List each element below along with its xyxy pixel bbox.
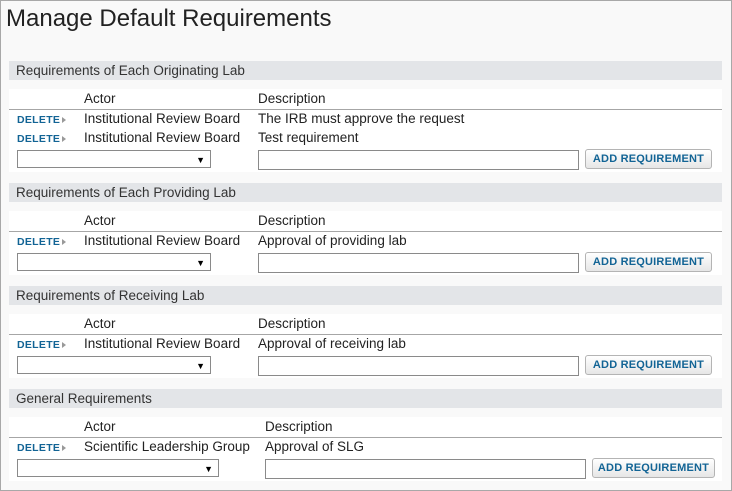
description-column-header: Description [258, 91, 326, 106]
add-requirement-button[interactable]: ADD REQUIREMENT [592, 458, 715, 478]
requirement-description: Approval of providing lab [258, 233, 407, 248]
actor-column-header: Actor [84, 213, 116, 228]
requirement-row: DELETE Institutional Review Board The IR… [9, 110, 722, 129]
requirement-row: DELETE Institutional Review Board Approv… [9, 335, 722, 354]
requirement-actor: Institutional Review Board [84, 336, 241, 351]
description-column-header: Description [258, 213, 326, 228]
add-requirement-row: ▼ ADD REQUIREMENT [9, 148, 722, 172]
description-input[interactable] [265, 459, 586, 479]
chevron-down-icon: ▼ [196, 361, 205, 371]
actor-select[interactable]: ▼ [17, 253, 211, 271]
requirement-actor: Institutional Review Board [84, 111, 241, 126]
requirement-description: Test requirement [258, 130, 359, 145]
section-header: Requirements of Receiving Lab [9, 286, 722, 305]
add-requirement-button[interactable]: ADD REQUIREMENT [585, 149, 712, 169]
requirement-row: DELETE Scientific Leadership Group Appro… [9, 438, 722, 457]
page-title: Manage Default Requirements [6, 5, 332, 32]
chevron-down-icon: ▼ [196, 155, 205, 165]
column-header-row: Actor Description [9, 314, 722, 335]
requirement-actor: Institutional Review Board [84, 130, 241, 145]
delete-arrow-icon [62, 445, 66, 451]
actor-column-header: Actor [84, 91, 116, 106]
delete-button[interactable]: DELETE [17, 133, 60, 145]
delete-arrow-icon [62, 239, 66, 245]
actor-column-header: Actor [84, 419, 116, 434]
add-requirement-button[interactable]: ADD REQUIREMENT [585, 355, 712, 375]
description-input[interactable] [258, 253, 579, 273]
section-general: General Requirements Actor Description D… [9, 389, 722, 481]
delete-arrow-icon [62, 136, 66, 142]
delete-button[interactable]: DELETE [17, 339, 60, 351]
add-requirement-row: ▼ ADD REQUIREMENT [9, 251, 722, 275]
delete-arrow-icon [62, 117, 66, 123]
requirement-description: Approval of receiving lab [258, 336, 406, 351]
section-header: General Requirements [9, 389, 722, 408]
requirement-description: Approval of SLG [265, 439, 365, 454]
column-header-row: Actor Description [9, 89, 722, 110]
section-originating-lab: Requirements of Each Originating Lab Act… [9, 61, 722, 172]
main-panel: Manage Default Requirements Requirements… [0, 0, 732, 491]
section-header: Requirements of Each Originating Lab [9, 61, 722, 80]
section-providing-lab: Requirements of Each Providing Lab Actor… [9, 183, 722, 275]
delete-arrow-icon [62, 342, 66, 348]
description-column-header: Description [258, 316, 326, 331]
column-header-row: Actor Description [9, 417, 722, 438]
actor-select[interactable]: ▼ [17, 150, 211, 168]
actor-column-header: Actor [84, 316, 116, 331]
requirement-row: DELETE Institutional Review Board Approv… [9, 232, 722, 251]
description-input[interactable] [258, 150, 579, 170]
actor-select[interactable]: ▼ [17, 356, 211, 374]
chevron-down-icon: ▼ [196, 258, 205, 268]
requirement-row: DELETE Institutional Review Board Test r… [9, 129, 722, 148]
requirement-actor: Institutional Review Board [84, 233, 241, 248]
chevron-down-icon: ▼ [204, 464, 213, 474]
column-header-row: Actor Description [9, 211, 722, 232]
section-header: Requirements of Each Providing Lab [9, 183, 722, 202]
delete-button[interactable]: DELETE [17, 236, 60, 248]
actor-select[interactable]: ▼ [17, 459, 219, 477]
description-column-header: Description [265, 419, 333, 434]
add-requirement-row: ▼ ADD REQUIREMENT [9, 354, 722, 378]
delete-button[interactable]: DELETE [17, 442, 60, 454]
requirement-actor: Scientific Leadership Group [84, 439, 250, 454]
add-requirement-button[interactable]: ADD REQUIREMENT [585, 252, 712, 272]
add-requirement-row: ▼ ADD REQUIREMENT [9, 457, 722, 481]
delete-button[interactable]: DELETE [17, 114, 60, 126]
requirement-description: The IRB must approve the request [258, 111, 465, 126]
section-receiving-lab: Requirements of Receiving Lab Actor Desc… [9, 286, 722, 378]
description-input[interactable] [258, 356, 579, 376]
